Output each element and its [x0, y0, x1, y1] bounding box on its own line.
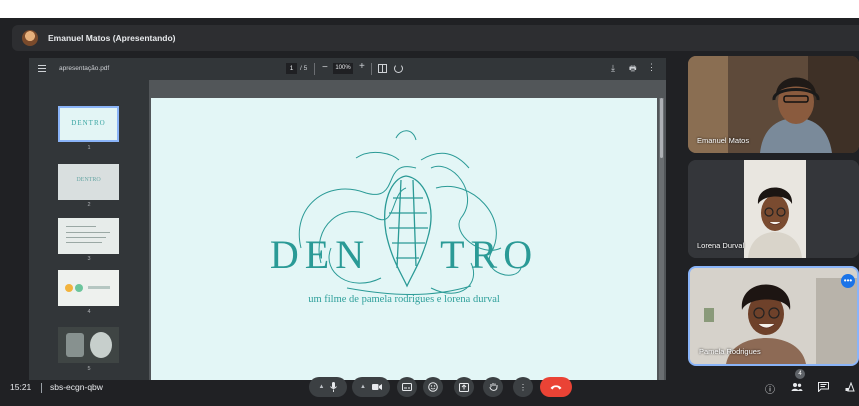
- thumbnail-image: [66, 333, 84, 357]
- participant-name: Lorena Durval: [697, 241, 745, 250]
- activities-icon[interactable]: [845, 382, 857, 392]
- participant-tile-2[interactable]: Lorena Durval: [688, 160, 859, 258]
- thumbnail-text-line: [66, 232, 110, 233]
- thumbnail-text-line: [66, 237, 106, 238]
- toolbar-divider: [371, 63, 372, 75]
- page-total: / 5: [300, 65, 308, 72]
- participant-count-badge: 4: [795, 369, 805, 379]
- thumbnail-page-2[interactable]: DENTRO: [58, 164, 119, 200]
- camera-icon: [371, 384, 382, 390]
- rotate-icon[interactable]: [394, 64, 403, 73]
- more-vert-icon[interactable]: ⋮: [647, 62, 656, 73]
- raise-hand-icon: [489, 383, 497, 391]
- thumbnail-page-4[interactable]: [58, 270, 119, 306]
- participant-tile-1[interactable]: Emanuel Matos: [688, 56, 859, 153]
- presenter-bar: Emanuel Matos (Apresentando): [12, 25, 859, 51]
- meeting-time: 15:21: [10, 382, 32, 392]
- emoji-icon: [428, 382, 438, 392]
- thumbnail-page-1[interactable]: DENTRO: [58, 106, 119, 142]
- pdf-scrollbar[interactable]: [659, 98, 664, 380]
- download-icon[interactable]: ⤓: [611, 63, 615, 74]
- thumbnail-page-5[interactable]: [58, 327, 119, 363]
- thumbnail-number: 3: [87, 256, 91, 262]
- mic-button[interactable]: ▲: [309, 377, 347, 397]
- pdf-filename: apresentação.pdf: [59, 65, 110, 72]
- thumbnail-number: 4: [87, 309, 91, 315]
- slide-title-left: DEN: [269, 232, 371, 277]
- camera-button[interactable]: ▲: [352, 377, 390, 397]
- thumbnail-shape: [75, 284, 83, 292]
- info-icon[interactable]: ⓘ: [765, 381, 775, 396]
- pdf-toolbar: apresentação.pdf 1 / 5 − 100% + ⤓ 🖶 ⋮: [29, 58, 666, 80]
- present-button[interactable]: [454, 377, 474, 397]
- thumbnail-title: DENTRO: [76, 177, 101, 183]
- zoom-out-icon[interactable]: −: [322, 62, 328, 73]
- thumbnail-text-line: [66, 242, 102, 243]
- raise-hand-button[interactable]: [483, 377, 503, 397]
- more-vert-icon: ⋮: [519, 382, 527, 392]
- chevron-up-icon[interactable]: ▲: [319, 384, 325, 390]
- pdf-page-area: DEN TRO um filme de pamela rodrigues e lo…: [149, 80, 666, 380]
- toolbar-divider: [314, 63, 315, 75]
- captions-icon: [402, 383, 412, 391]
- slide-page: DEN TRO um filme de pamela rodrigues e lo…: [151, 98, 657, 380]
- menu-icon[interactable]: [38, 65, 46, 72]
- emoji-button[interactable]: [423, 377, 443, 397]
- chat-icon[interactable]: [818, 382, 829, 392]
- page-number-input[interactable]: 1: [286, 63, 297, 74]
- presenter-name: Emanuel Matos (Apresentando): [48, 33, 176, 43]
- thumbnail-shape: [65, 284, 73, 292]
- slide-title-right: TRO: [440, 232, 539, 277]
- participant-tile-3[interactable]: Pamela Rodrigues •••: [688, 266, 859, 366]
- footer-divider: [41, 383, 42, 393]
- thumbnail-image: [90, 332, 112, 358]
- thumbnail-text-line: [66, 226, 96, 227]
- meet-window: Emanuel Matos (Apresentando) apresentaçã…: [0, 18, 859, 406]
- zoom-in-icon[interactable]: +: [359, 61, 365, 72]
- thumbnail-sidebar: DENTRO 1 DENTRO 2 3 4 5: [29, 80, 149, 380]
- end-call-icon: [550, 385, 562, 390]
- more-options-icon[interactable]: •••: [841, 274, 855, 288]
- end-call-button[interactable]: [540, 377, 572, 397]
- chevron-up-icon[interactable]: ▲: [360, 384, 366, 390]
- zoom-level-input[interactable]: 100%: [333, 63, 353, 74]
- thumbnail-page-3[interactable]: [58, 218, 119, 254]
- print-icon[interactable]: 🖶: [629, 63, 637, 77]
- participant-name: Emanuel Matos: [697, 136, 750, 145]
- slide-subtitle: um filme de pamela rodrigues e lorena du…: [308, 294, 500, 305]
- mic-icon: [330, 382, 338, 392]
- thumbnail-title: DENTRO: [71, 119, 106, 127]
- meeting-code: sbs-ecgn-qbw: [50, 382, 103, 392]
- present-icon: [459, 382, 469, 392]
- slide-title: DEN TRO: [151, 231, 657, 278]
- fit-page-icon[interactable]: [378, 64, 387, 73]
- pdf-viewer: apresentação.pdf 1 / 5 − 100% + ⤓ 🖶 ⋮ DE…: [29, 58, 666, 380]
- people-icon[interactable]: [791, 382, 803, 392]
- captions-button[interactable]: [397, 377, 417, 397]
- participant-name: Pamela Rodrigues: [699, 347, 761, 356]
- thumbnail-number: 2: [87, 202, 91, 208]
- thumbnail-number: 5: [87, 366, 91, 372]
- more-options-button[interactable]: ⋮: [513, 377, 533, 397]
- presenter-avatar: [22, 30, 38, 46]
- thumbnail-shape: [88, 286, 110, 289]
- thumbnail-number: 1: [87, 145, 91, 151]
